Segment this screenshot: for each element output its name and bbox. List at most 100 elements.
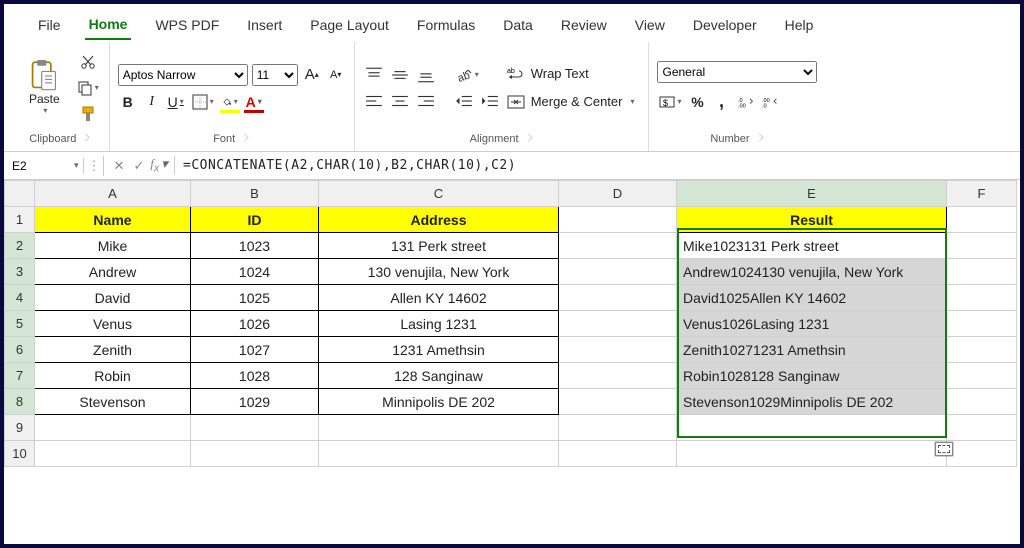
font-name-select[interactable]: Aptos Narrow xyxy=(118,64,248,86)
align-middle-button[interactable] xyxy=(389,65,411,85)
cell[interactable]: 1028 xyxy=(191,363,319,389)
tab-developer[interactable]: Developer xyxy=(689,11,761,39)
cell[interactable] xyxy=(947,337,1017,363)
tab-formulas[interactable]: Formulas xyxy=(413,11,479,39)
increase-indent-button[interactable] xyxy=(479,91,501,111)
align-bottom-button[interactable] xyxy=(415,65,437,85)
bold-button[interactable]: B xyxy=(118,92,138,112)
cell[interactable]: Stevenson xyxy=(35,389,191,415)
cell[interactable]: Venus xyxy=(35,311,191,337)
cut-button[interactable] xyxy=(75,52,101,72)
italic-button[interactable]: I xyxy=(142,92,162,112)
cell[interactable]: Andrew1024130 venujila, New York xyxy=(677,259,947,285)
cell[interactable]: Zenith xyxy=(35,337,191,363)
cell[interactable]: Robin xyxy=(35,363,191,389)
column-header-F[interactable]: F xyxy=(947,181,1017,207)
name-box-input[interactable] xyxy=(10,158,70,174)
row-header[interactable]: 6 xyxy=(5,337,35,363)
enter-formula-button[interactable]: ✓ xyxy=(130,158,148,174)
cell[interactable]: David1025Allen KY 14602 xyxy=(677,285,947,311)
cell[interactable] xyxy=(319,415,559,441)
insert-function-button[interactable]: fx▾ xyxy=(150,156,168,175)
formula-input[interactable]: =CONCATENATE(A2,CHAR(10),B2,CHAR(10),C2) xyxy=(175,156,1020,175)
tab-help[interactable]: Help xyxy=(781,11,818,39)
borders-button[interactable]: ▾ xyxy=(190,92,216,112)
cell[interactable] xyxy=(559,415,677,441)
cell[interactable]: ID xyxy=(191,207,319,233)
name-box[interactable]: ▾ ⋮ xyxy=(4,156,104,176)
cell[interactable]: 130 venujila, New York xyxy=(319,259,559,285)
row-header[interactable]: 5 xyxy=(5,311,35,337)
row-header[interactable]: 4 xyxy=(5,285,35,311)
cell[interactable] xyxy=(559,233,677,259)
tab-file[interactable]: File xyxy=(34,11,65,39)
row-header[interactable]: 10 xyxy=(5,441,35,467)
spreadsheet-grid[interactable]: A B C D E F 1 Name ID Address Result 2 M… xyxy=(4,180,1020,532)
cell[interactable] xyxy=(35,441,191,467)
row-header[interactable]: 7 xyxy=(5,363,35,389)
increase-decimal-button[interactable]: .0.00 xyxy=(736,92,756,112)
cell[interactable]: Stevenson1029Minnipolis DE 202 xyxy=(677,389,947,415)
cell[interactable] xyxy=(35,415,191,441)
tab-insert[interactable]: Insert xyxy=(243,11,286,39)
cell[interactable]: Venus1026Lasing 1231 xyxy=(677,311,947,337)
cell[interactable] xyxy=(559,311,677,337)
tab-review[interactable]: Review xyxy=(557,11,611,39)
tab-data[interactable]: Data xyxy=(499,11,537,39)
cell[interactable]: Result xyxy=(677,207,947,233)
cell[interactable] xyxy=(947,285,1017,311)
cell[interactable] xyxy=(947,389,1017,415)
cell[interactable]: 128 Sanginaw xyxy=(319,363,559,389)
column-header-D[interactable]: D xyxy=(559,181,677,207)
cell[interactable]: Zenith10271231 Amethsin xyxy=(677,337,947,363)
fill-color-button[interactable]: ▾ xyxy=(220,92,240,112)
column-header-E[interactable]: E xyxy=(677,181,947,207)
cell[interactable]: 1029 xyxy=(191,389,319,415)
cell[interactable]: David xyxy=(35,285,191,311)
align-right-button[interactable] xyxy=(415,91,437,111)
cell[interactable]: Robin1028128 Sanginaw xyxy=(677,363,947,389)
cell[interactable]: 1023 xyxy=(191,233,319,259)
cell[interactable]: Minnipolis DE 202 xyxy=(319,389,559,415)
align-top-button[interactable] xyxy=(363,65,385,85)
font-color-button[interactable]: A▾ xyxy=(244,92,264,112)
cell[interactable]: 1024 xyxy=(191,259,319,285)
cell[interactable] xyxy=(559,389,677,415)
cell[interactable]: Allen KY 14602 xyxy=(319,285,559,311)
cell[interactable]: Name xyxy=(35,207,191,233)
orientation-button[interactable]: ab▾ xyxy=(453,65,481,85)
cell[interactable] xyxy=(319,441,559,467)
cell[interactable] xyxy=(947,207,1017,233)
align-center-button[interactable] xyxy=(389,91,411,111)
merge-center-button[interactable]: Merge & Center ▾ xyxy=(507,93,635,111)
cell[interactable] xyxy=(677,415,947,441)
align-left-button[interactable] xyxy=(363,91,385,111)
cell[interactable] xyxy=(191,441,319,467)
number-format-select[interactable]: General xyxy=(657,61,817,83)
row-header[interactable]: 1 xyxy=(5,207,35,233)
cell[interactable]: 1026 xyxy=(191,311,319,337)
column-header-B[interactable]: B xyxy=(191,181,319,207)
format-painter-button[interactable] xyxy=(75,104,101,124)
cell[interactable] xyxy=(947,311,1017,337)
tab-wpspdf[interactable]: WPS PDF xyxy=(151,11,223,39)
font-size-select[interactable]: 11 xyxy=(252,64,298,86)
increase-font-button[interactable]: A▴ xyxy=(302,64,322,85)
cell[interactable]: 1231 Amethsin xyxy=(319,337,559,363)
cell[interactable]: 131 Perk street xyxy=(319,233,559,259)
cell[interactable] xyxy=(947,415,1017,441)
cell[interactable] xyxy=(947,441,1017,467)
cell[interactable] xyxy=(947,233,1017,259)
cell[interactable] xyxy=(191,415,319,441)
decrease-font-button[interactable]: A▾ xyxy=(326,67,346,83)
cell[interactable] xyxy=(677,441,947,467)
cell[interactable]: Mike1023131 Perk street xyxy=(677,233,947,259)
cell[interactable] xyxy=(559,337,677,363)
row-header[interactable]: 2 xyxy=(5,233,35,259)
chevron-down-icon[interactable]: ▾ xyxy=(70,160,83,171)
cell[interactable]: Mike xyxy=(35,233,191,259)
row-header[interactable]: 3 xyxy=(5,259,35,285)
tab-page-layout[interactable]: Page Layout xyxy=(306,11,393,39)
underline-button[interactable]: U▾ xyxy=(166,92,186,112)
tab-view[interactable]: View xyxy=(631,11,669,39)
